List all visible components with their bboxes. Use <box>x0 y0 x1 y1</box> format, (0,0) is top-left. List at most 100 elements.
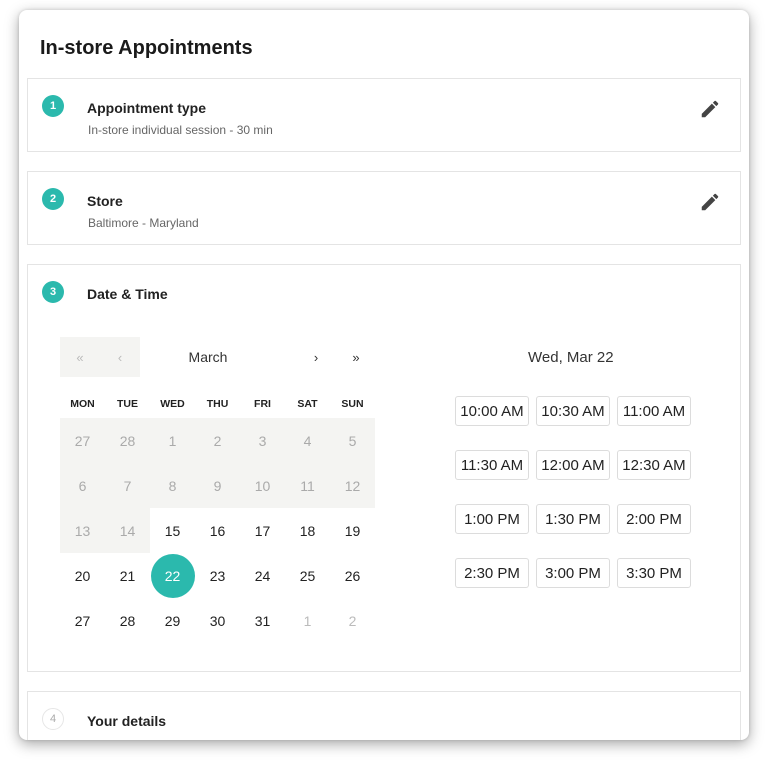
pencil-icon[interactable] <box>699 191 721 213</box>
calendar-day: 2 <box>330 598 375 643</box>
next-month-button[interactable]: › <box>296 337 336 377</box>
calendar-day[interactable]: 28 <box>105 598 150 643</box>
calendar-day-number: 18 <box>299 522 316 539</box>
pencil-icon[interactable] <box>699 98 721 120</box>
calendar-day-number: 19 <box>344 522 361 539</box>
calendar-day-number: 13 <box>74 522 91 539</box>
calendar-day: 13 <box>60 508 105 553</box>
calendar-day: 28 <box>105 418 150 463</box>
time-slot-button[interactable]: 2:00 PM <box>617 504 691 534</box>
calendar-day: 5 <box>330 418 375 463</box>
calendar-day: 9 <box>195 463 240 508</box>
step-number: 1 <box>42 95 64 117</box>
calendar-day: 12 <box>330 463 375 508</box>
calendar-day-number: 1 <box>168 432 177 449</box>
calendar-day-number: 4 <box>303 432 312 449</box>
weekday-label: SAT <box>297 398 318 410</box>
calendar-day-number: 22 <box>150 553 195 598</box>
calendar-day[interactable]: 15 <box>150 508 195 553</box>
calendar-day[interactable]: 23 <box>195 553 240 598</box>
calendar-day-number: 2 <box>348 612 357 629</box>
calendar-day[interactable]: 19 <box>330 508 375 553</box>
calendar-day[interactable]: 21 <box>105 553 150 598</box>
weekday-label: TUE <box>117 398 138 410</box>
calendar-day[interactable]: 30 <box>195 598 240 643</box>
time-slot-button[interactable]: 10:00 AM <box>455 396 529 426</box>
step-appointment-type: 1 Appointment type In-store individual s… <box>27 78 741 152</box>
time-slot-button[interactable]: 1:30 PM <box>536 504 610 534</box>
weekday-header-row: MON TUE WED THU FRI SAT SUN <box>60 390 375 418</box>
step-store: 2 Store Baltimore - Maryland <box>27 171 741 245</box>
step-number: 3 <box>42 281 64 303</box>
calendar-day-selected[interactable]: 22 <box>150 553 195 598</box>
time-slot-button[interactable]: 1:00 PM <box>455 504 529 534</box>
calendar-day-number: 5 <box>348 432 357 449</box>
calendar-day-number: 10 <box>254 477 271 494</box>
weekday-label: FRI <box>254 398 271 410</box>
calendar-day: 27 <box>60 418 105 463</box>
calendar-day-number: 9 <box>213 477 222 494</box>
step-number: 4 <box>42 708 64 730</box>
time-slot-button[interactable]: 10:30 AM <box>536 396 610 426</box>
calendar-day[interactable]: 16 <box>195 508 240 553</box>
calendar-week-row: 6 7 8 9 10 11 12 <box>60 463 375 508</box>
calendar-day[interactable]: 18 <box>285 508 330 553</box>
calendar-day-number: 14 <box>119 522 136 539</box>
calendar-day-number: 3 <box>258 432 267 449</box>
weekday-label: MON <box>70 398 95 410</box>
time-slot-button[interactable]: 2:30 PM <box>455 558 529 588</box>
calendar-day[interactable]: 17 <box>240 508 285 553</box>
calendar-day[interactable]: 31 <box>240 598 285 643</box>
calendar-day[interactable]: 25 <box>285 553 330 598</box>
calendar-day[interactable]: 29 <box>150 598 195 643</box>
calendar-day[interactable]: 20 <box>60 553 105 598</box>
calendar-day-number: 31 <box>254 612 271 629</box>
calendar-day-number: 16 <box>209 522 226 539</box>
step-subtitle: In-store individual session - 30 min <box>88 123 273 137</box>
step-date-time: 3 Date & Time « ‹ March › » MON TUE WED THU… <box>27 264 741 672</box>
calendar-day: 1 <box>285 598 330 643</box>
calendar-week-row: 27 28 1 2 3 4 5 <box>60 418 375 463</box>
calendar-day[interactable]: 26 <box>330 553 375 598</box>
calendar-day-number: 29 <box>164 612 181 629</box>
calendar-day-number: 15 <box>164 522 181 539</box>
calendar-day: 8 <box>150 463 195 508</box>
time-slot-button[interactable]: 12:00 AM <box>536 450 610 480</box>
next-year-button[interactable]: » <box>336 337 376 377</box>
calendar-week-row: 13 14 15 16 17 18 19 <box>60 508 375 553</box>
step-title: Your details <box>87 713 167 729</box>
calendar-day: 11 <box>285 463 330 508</box>
calendar-week-row: 27 28 29 30 31 1 2 <box>60 598 375 643</box>
calendar-day-number: 25 <box>299 567 316 584</box>
calendar-day-number: 24 <box>254 567 271 584</box>
page-title: In-store Appointments <box>40 37 253 59</box>
step-title: Store <box>87 193 123 209</box>
prev-month-button[interactable]: ‹ <box>100 337 140 377</box>
calendar-day: 3 <box>240 418 285 463</box>
calendar-day[interactable]: 27 <box>60 598 105 643</box>
calendar-day-number: 1 <box>303 612 312 629</box>
step-title: Appointment type <box>87 100 206 116</box>
calendar-day-number: 21 <box>119 567 136 584</box>
step-your-details: 4 Your details <box>27 691 741 740</box>
calendar-day-number: 12 <box>344 477 361 494</box>
calendar-day: 10 <box>240 463 285 508</box>
time-slot-button[interactable]: 3:30 PM <box>617 558 691 588</box>
step-subtitle: Baltimore - Maryland <box>88 216 199 230</box>
calendar-month-label[interactable]: March <box>140 337 276 377</box>
time-slot-button[interactable]: 3:00 PM <box>536 558 610 588</box>
calendar-day-number: 23 <box>209 567 226 584</box>
weekday-label: WED <box>160 398 185 410</box>
weekday-label: SUN <box>341 398 364 410</box>
calendar-day[interactable]: 24 <box>240 553 285 598</box>
prev-year-button[interactable]: « <box>60 337 100 377</box>
step-title: Date & Time <box>87 286 168 302</box>
calendar-day-number: 8 <box>168 477 177 494</box>
calendar-day: 14 <box>105 508 150 553</box>
time-slot-button[interactable]: 12:30 AM <box>617 450 691 480</box>
calendar-day-number: 6 <box>78 477 87 494</box>
calendar-day-number: 11 <box>300 477 315 494</box>
calendar-day: 4 <box>285 418 330 463</box>
time-slot-button[interactable]: 11:00 AM <box>617 396 691 426</box>
time-slot-button[interactable]: 11:30 AM <box>455 450 529 480</box>
